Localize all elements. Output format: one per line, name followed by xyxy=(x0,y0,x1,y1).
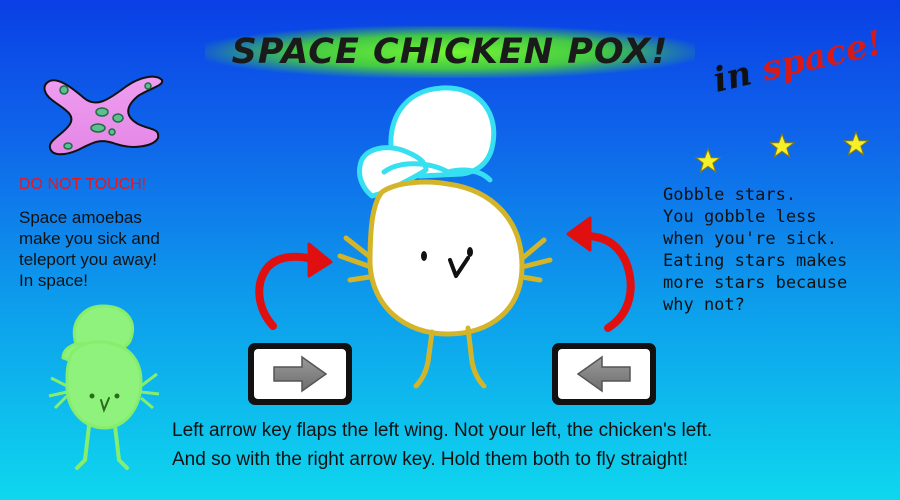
right-arrow-key xyxy=(248,343,352,405)
star-description: Gobble stars. You gobble less when you'r… xyxy=(663,184,898,316)
amoeba-warning: DO NOT TOUCH! xyxy=(19,176,147,193)
star-description-line: You gobble less xyxy=(663,207,817,227)
right-flap-arrow-icon xyxy=(566,216,635,332)
space-chicken-icon xyxy=(337,85,553,389)
game-screen: SPACE CHICKEN POX! in space! DO NOT TOUC… xyxy=(0,0,900,500)
star-description-line: Gobble stars. xyxy=(663,185,797,205)
game-title-text: SPACE CHICKEN POX! xyxy=(231,32,669,72)
star-icon xyxy=(695,148,721,174)
amoeba-description-line: Space amoebas xyxy=(19,208,142,227)
star-description-line: Eating stars makes xyxy=(663,251,848,271)
star-description-line: when you're sick. xyxy=(663,229,837,249)
sick-chicken-icon xyxy=(48,304,160,470)
amoeba-description-line: teleport you away! xyxy=(19,250,157,269)
controls-instructions: Left arrow key flaps the left wing. Not … xyxy=(172,416,892,474)
right-arrow-icon xyxy=(273,355,328,393)
star-description-line: more stars because xyxy=(663,273,848,293)
star-description-line: why not? xyxy=(663,295,745,315)
amoeba-description-line: make you sick and xyxy=(19,229,160,248)
amoeba-description-line: In space! xyxy=(19,271,88,290)
in-space-word-in: in xyxy=(709,53,756,101)
left-arrow-key xyxy=(552,343,656,405)
instructions-line-2: And so with the right arrow key. Hold th… xyxy=(172,449,689,470)
left-arrow-icon xyxy=(576,355,631,393)
space-amoeba-icon xyxy=(43,75,164,156)
amoeba-description: Space amoebas make you sick and teleport… xyxy=(19,207,219,291)
star-icon xyxy=(769,133,795,159)
instructions-line-1: Left arrow key flaps the left wing. Not … xyxy=(172,420,713,441)
game-title: SPACE CHICKEN POX! xyxy=(205,26,695,78)
in-space-subtitle: in space! xyxy=(710,23,886,101)
in-space-word-space: space! xyxy=(757,23,887,90)
star-icon xyxy=(843,131,869,157)
left-flap-arrow-icon xyxy=(255,242,333,330)
